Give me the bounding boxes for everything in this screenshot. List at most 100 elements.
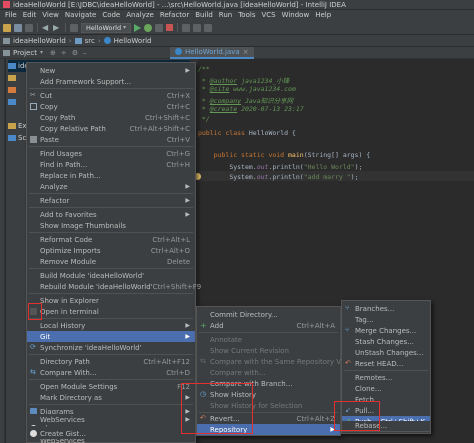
project-view-selector[interactable]: Project ▾ ⊕ ÷ ⚙ – [0, 49, 160, 57]
menu-item-label: Clone... [355, 384, 382, 393]
menu-item-add[interactable]: + Add Ctrl+Alt+A [197, 320, 340, 331]
menu-item-new[interactable]: New ▶ [27, 65, 195, 76]
back-arrow-icon[interactable]: ◀ [42, 23, 50, 32]
sync-icon[interactable] [25, 23, 33, 32]
menu-item-reset-head[interactable]: ↶ Reset HEAD... [342, 358, 430, 369]
branch-icon: ⑂ [345, 304, 350, 312]
run-config-select[interactable]: HelloWorld ▾ [81, 22, 132, 33]
menu-item-open-module-settings[interactable]: Open Module Settings F12 [27, 381, 195, 392]
menu-item-webservices-row[interactable]: WebServices ▶ [26, 414, 196, 425]
window-title: ideaHelloWorld [E:\JDBC\ideaHelloWorld] … [13, 1, 346, 9]
menu-item-find-in-path[interactable]: Find in Path... Ctrl+H [27, 159, 195, 170]
tree-item-folder[interactable] [8, 72, 16, 84]
menu-item-rebuild-module[interactable]: Rebuild Module 'ideaHelloWorld' Ctrl+Shif… [27, 281, 201, 292]
menu-item-local-history[interactable]: Local History ▶ [27, 320, 195, 331]
menu-item-compare-same-version[interactable]: ⇆ Compare with the Same Repository Versio… [197, 356, 362, 367]
breadcrumb-file[interactable]: HelloWorld [114, 37, 152, 45]
menu-help[interactable]: Help [312, 10, 334, 21]
menu-item-optimize-imports[interactable]: Optimize Imports Ctrl+Alt+O [27, 245, 195, 256]
menu-tools[interactable]: Tools [235, 10, 258, 21]
menu-item-webservices[interactable]: WebServices [27, 439, 195, 443]
menu-item-compare-with[interactable]: Compare with... [197, 367, 340, 378]
tree-item-folder[interactable] [8, 96, 16, 108]
run-play-icon[interactable] [134, 23, 142, 32]
close-icon[interactable]: × [243, 46, 249, 58]
menu-item-cut[interactable]: ✂ Cut Ctrl+X [27, 90, 195, 101]
tree-item-folder[interactable] [8, 84, 16, 96]
menu-item-find-usages[interactable]: Find Usages Ctrl+G [27, 148, 195, 159]
menu-code[interactable]: Code [99, 10, 123, 21]
menu-item-copy-relative-path[interactable]: Copy Relative Path Ctrl+Alt+Shift+C [27, 123, 195, 134]
menu-item-copy-path[interactable]: Copy Path Ctrl+Shift+C [27, 112, 195, 123]
menu-item-compare-with[interactable]: ⇆ Compare With... Ctrl+D [27, 367, 195, 378]
tab-helloworld-java[interactable]: HelloWorld.java × [170, 46, 254, 59]
menu-item-open-in-terminal[interactable]: Open in terminal [27, 306, 195, 317]
forward-arrow-icon[interactable]: ▶ [53, 23, 61, 32]
menu-edit[interactable]: Edit [20, 10, 40, 21]
menu-item-commit-directory[interactable]: Commit Directory... [197, 309, 340, 320]
menu-view[interactable]: View [39, 10, 62, 21]
menu-item-merge-changes[interactable]: ⑂ Merge Changes... [342, 325, 430, 336]
stop-icon[interactable] [166, 24, 174, 31]
menu-item-show-in-explorer[interactable]: Show in Explorer [27, 295, 195, 306]
project-structure-icon[interactable] [193, 23, 202, 32]
code-string: "add marry " [303, 173, 351, 181]
menu-item-show-current-revision[interactable]: Show Current Revision [197, 345, 340, 356]
menu-item-copy[interactable]: Copy Ctrl+C [27, 101, 195, 112]
menu-build[interactable]: Build [192, 10, 216, 21]
menu-refactor[interactable]: Refactor [157, 10, 192, 21]
java-class-icon [175, 48, 182, 55]
menu-item-create-gist[interactable]: Create Gist... [27, 428, 195, 439]
menu-vcs[interactable]: VCS [258, 10, 278, 21]
gear-icon[interactable]: ⚙ [72, 49, 78, 57]
breadcrumb-src[interactable]: src [85, 37, 95, 45]
menu-item-branches[interactable]: ⑂ Branches... [342, 303, 430, 314]
build-hammer-icon[interactable] [70, 23, 78, 32]
coverage-icon[interactable] [155, 23, 164, 32]
menu-item-refactor[interactable]: Refactor ▶ [27, 195, 195, 206]
code-method: main [284, 151, 304, 159]
menu-item-directory-path[interactable]: Directory Path Ctrl+Alt+F12 [27, 356, 195, 367]
menu-item-remove-module[interactable]: Remove Module Delete [27, 256, 195, 267]
debug-bug-icon[interactable] [144, 23, 153, 32]
menu-item-add-to-favorites[interactable]: Add to Favorites ▶ [27, 209, 195, 220]
sync-icon: ⟳ [30, 343, 36, 351]
menu-analyze[interactable]: Analyze [123, 10, 157, 21]
menu-item-unstash-changes[interactable]: UnStash Changes... [342, 347, 430, 358]
save-icon[interactable] [14, 23, 22, 32]
menu-item-git[interactable]: Git ▶ [27, 331, 195, 342]
settings-icon[interactable] [204, 23, 213, 32]
vcs-icon[interactable] [182, 23, 191, 32]
menu-item-add-framework[interactable]: Add Framework Support... [27, 76, 195, 87]
menu-item-annotate[interactable]: Annotate [197, 334, 340, 345]
menu-item-label: New [40, 66, 56, 75]
menu-run[interactable]: Run [216, 10, 235, 21]
code-line: */ [198, 115, 210, 123]
menu-item-tag[interactable]: Tag... [342, 314, 430, 325]
scratches-icon [8, 135, 16, 141]
menu-item-remotes[interactable]: Remotes... [342, 372, 430, 383]
library-icon [8, 123, 16, 129]
menu-item-build-module[interactable]: Build Module 'ideaHelloWorld' [27, 270, 195, 281]
menu-item-clone[interactable]: Clone... [342, 383, 430, 394]
open-folder-icon[interactable] [3, 23, 11, 32]
breadcrumb-project[interactable]: ideaHelloWorld [13, 37, 66, 45]
menu-navigate[interactable]: Navigate [62, 10, 99, 21]
menu-item-paste[interactable]: Paste Ctrl+V [27, 134, 195, 145]
locate-icon[interactable]: ⊕ [50, 49, 56, 57]
code-line: public class HelloWorld { [198, 129, 296, 137]
menu-item-analyze[interactable]: Analyze ▶ [27, 181, 195, 192]
menu-window[interactable]: Window [279, 10, 313, 21]
menu-item-replace-in-path[interactable]: Replace in Path... [27, 170, 195, 181]
menu-item-reformat-code[interactable]: Reformat Code Ctrl+Alt+L [27, 234, 195, 245]
collapse-icon[interactable]: ÷ [61, 49, 67, 57]
code-line: * @company Java知识分享网 [198, 97, 294, 105]
menu-item-synchronize[interactable]: ⟳ Synchronize 'ideaHelloWorld' [27, 342, 195, 353]
code-text: .println( [268, 163, 304, 171]
menu-file[interactable]: File [2, 10, 20, 21]
hide-icon[interactable]: – [83, 49, 87, 57]
menu-item-stash-changes[interactable]: Stash Changes... [342, 336, 430, 347]
menu-item-mark-directory-as[interactable]: Mark Directory as ▶ [27, 392, 195, 403]
menu-item-shortcut: Ctrl+Alt+Z [296, 414, 335, 423]
menu-item-show-thumbnails[interactable]: Show Image Thumbnails [27, 220, 195, 231]
